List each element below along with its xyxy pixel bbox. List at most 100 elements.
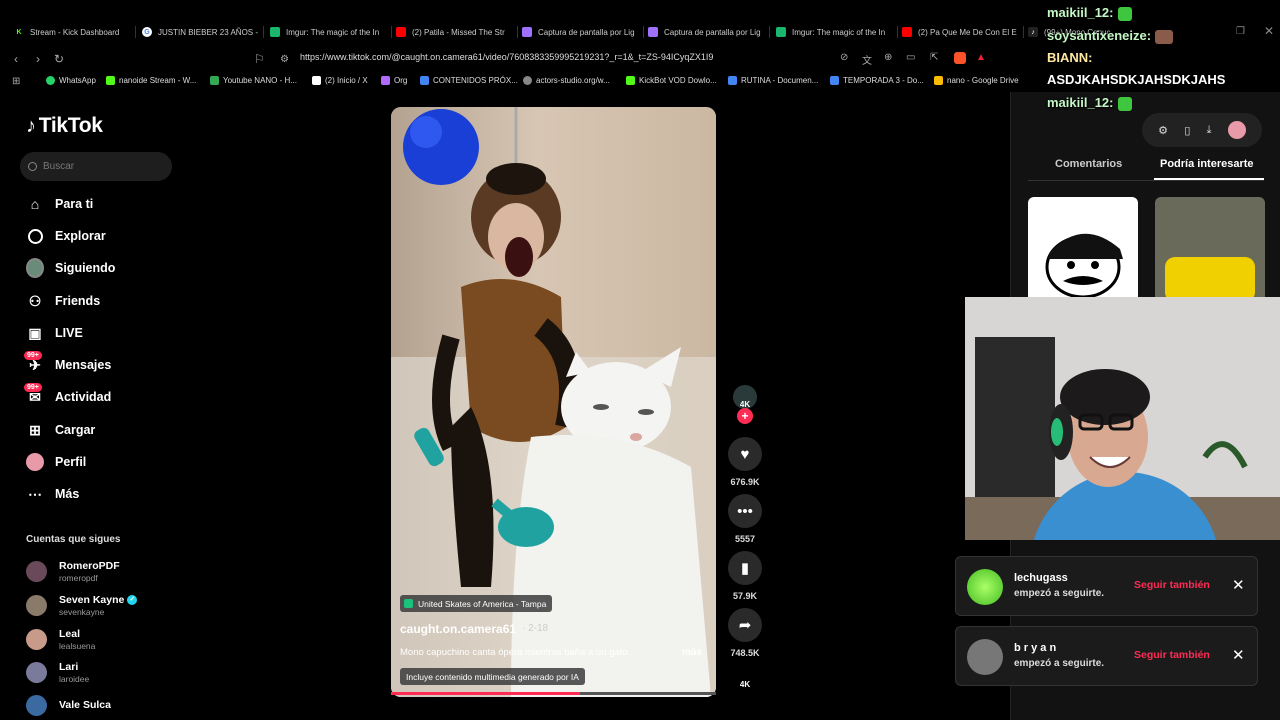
search-input[interactable]: Buscar: [20, 152, 172, 181]
location-tag[interactable]: United Skates of America - Tampa: [400, 595, 553, 612]
nav-siguiendo[interactable]: Siguiendo: [26, 257, 115, 279]
video-progress-bar[interactable]: [391, 692, 716, 695]
nav-actividad[interactable]: ✉ 99+ Actividad: [24, 383, 111, 408]
like-action[interactable]: ♥ 676.9K: [728, 437, 762, 487]
bookmark-item[interactable]: actors-studio.org/w...: [523, 76, 610, 85]
video-author[interactable]: caught.on.camera61: [400, 622, 516, 636]
ai-content-label: Incluye contenido multimedia generado po…: [400, 668, 585, 685]
follow-back-button[interactable]: Seguir también: [1134, 649, 1210, 661]
url-input[interactable]: https://www.tiktok.com/@caught.on.camera…: [300, 52, 713, 62]
home-icon: ⌂: [30, 196, 40, 212]
brave-shield-icon[interactable]: [954, 52, 966, 64]
browser-tab[interactable]: G JUSTIN BIEBER 23 AÑOS -: [142, 22, 264, 42]
nav-mensajes[interactable]: ✈ 99+ Mensajes: [24, 351, 111, 376]
browser-tab[interactable]: Imgur: The magic of the In: [270, 22, 392, 42]
tiktok-logo[interactable]: ♪ TikTok: [26, 114, 103, 138]
following-account[interactable]: Leal lealsuena: [26, 626, 95, 652]
bookmark-item[interactable]: Org: [381, 76, 407, 85]
close-icon[interactable]: ✕: [1232, 576, 1245, 594]
suggested-video-thumb[interactable]: [1155, 197, 1265, 302]
follow-plus-icon[interactable]: +: [737, 408, 753, 424]
profile-avatar-icon: [26, 453, 44, 471]
video-caption: Mono capuchino canta ópera mientras baña…: [400, 647, 628, 658]
drive-icon: [934, 76, 943, 85]
webcam-illustration: [965, 297, 1280, 540]
browser-tab[interactable]: (2) Pa Que Me De Con El E: [902, 22, 1024, 42]
bookmark-item[interactable]: nano - Google Drive: [934, 76, 1019, 85]
browser-tab[interactable]: (2) Patila - Missed The Str: [396, 22, 518, 42]
more-icon: ⋯: [28, 485, 42, 502]
like-count: 676.9K: [730, 477, 760, 487]
apps-grid-icon[interactable]: ⊞: [12, 76, 20, 87]
browser-tab[interactable]: K Stream - Kick Dashboard: [14, 22, 136, 42]
nav-friends[interactable]: ⚇ Friends: [26, 290, 100, 312]
docs-icon: [728, 76, 737, 85]
nav-para-ti[interactable]: ⌂ Para ti: [26, 193, 93, 215]
close-icon[interactable]: ✕: [1232, 646, 1245, 664]
download-icon[interactable]: ⤓: [1207, 124, 1212, 137]
browser-tab[interactable]: Imgur: The magic of the In: [776, 22, 898, 42]
x-icon: [312, 76, 321, 85]
bookmark-item[interactable]: RUTINA - Documen...: [728, 76, 818, 85]
cast-icon[interactable]: ▭: [906, 52, 915, 63]
following-account[interactable]: Vale Sulca: [26, 692, 111, 718]
avatar: [26, 661, 47, 683]
tab-comentarios[interactable]: Comentarios: [1055, 158, 1122, 170]
settings-icon[interactable]: ⚙: [1158, 124, 1168, 137]
nav-explorar[interactable]: Explorar: [26, 225, 106, 247]
bookmark-item[interactable]: (2) Inicio / X: [312, 76, 368, 85]
save-action[interactable]: ▮ 57.9K: [728, 551, 762, 601]
nav-mas[interactable]: ⋯ Más: [26, 483, 79, 505]
bookmark-page-icon[interactable]: ⚐: [254, 52, 265, 66]
active-tab-indicator: [1154, 178, 1264, 180]
forward-icon[interactable]: ›: [36, 52, 40, 66]
chat-message: ASDJKAHSDKJAHSDKJAHS: [1047, 72, 1226, 87]
avatar: [967, 569, 1003, 605]
yellow-jersey: [1165, 257, 1255, 302]
tiktok-icon: ♪: [1028, 27, 1038, 37]
share-action[interactable]: ➦ 748.5K: [728, 608, 762, 658]
no-tracking-icon[interactable]: ⊘: [840, 52, 848, 63]
chat-message: maikiil_12:: [1047, 95, 1132, 111]
caption-more-button[interactable]: más: [682, 647, 702, 658]
phone-icon[interactable]: ▯: [1184, 124, 1190, 137]
bookmark-item[interactable]: KickBot VOD Dowlo...: [626, 76, 717, 85]
comment-action[interactable]: ••• 5557: [728, 494, 762, 544]
bookmark-item[interactable]: WhatsApp: [46, 76, 96, 85]
avatar[interactable]: [1227, 121, 1246, 139]
close-window-icon[interactable]: ✕: [1264, 24, 1274, 38]
restore-window-icon[interactable]: ❐: [1236, 26, 1245, 37]
tab-podria-interesarte[interactable]: Podría interesarte: [1160, 158, 1254, 170]
reload-icon[interactable]: ↻: [54, 52, 64, 66]
nav-live[interactable]: ▣ LIVE: [26, 322, 82, 344]
browser-tab[interactable]: Captura de pantalla por Lig: [648, 22, 770, 42]
bookmark-item[interactable]: TEMPORADA 3 - Do...: [830, 76, 924, 85]
bookmark-item[interactable]: CONTENIDOS PRÓX...: [420, 76, 518, 85]
nav-cargar[interactable]: ⊞ Cargar: [26, 419, 95, 441]
brave-rewards-icon[interactable]: ▲: [976, 52, 986, 63]
back-icon[interactable]: ‹: [14, 52, 18, 66]
follow-back-button[interactable]: Seguir también: [1134, 579, 1210, 591]
chat-message: maikiil_12:: [1047, 5, 1132, 21]
activity-badge: 99+: [24, 383, 42, 392]
browser-tab[interactable]: Captura de pantalla por Lig: [522, 22, 644, 42]
nav-perfil[interactable]: Perfil: [26, 451, 86, 473]
cartoon-face-thumbnail: [1045, 233, 1123, 299]
bookmark-item[interactable]: nanoide Stream - W...: [106, 76, 196, 85]
kick-icon: K: [14, 27, 24, 37]
following-account[interactable]: Lari laroidee: [26, 659, 89, 685]
quality-badge: 4K: [739, 680, 751, 689]
bookmark-item[interactable]: Youtube NANO - H...: [210, 76, 297, 85]
zoom-icon[interactable]: ⊕: [884, 52, 892, 63]
activity-icon: ✉ 99+: [24, 383, 44, 406]
video-date: · 2-18: [522, 623, 549, 634]
site-info-icon[interactable]: ⚙: [280, 54, 289, 65]
suggested-video-thumb[interactable]: [1028, 197, 1138, 302]
google-icon: G: [142, 27, 152, 37]
following-account[interactable]: RomeroPDF romeropdf: [26, 558, 120, 584]
translate-icon[interactable]: 文: [862, 52, 872, 67]
following-account[interactable]: Seven Kayne ✓ sevenkayne: [26, 592, 138, 618]
share-page-icon[interactable]: ⇱: [930, 52, 938, 63]
heart-icon: ♥: [728, 437, 762, 471]
docs-icon: [830, 76, 839, 85]
